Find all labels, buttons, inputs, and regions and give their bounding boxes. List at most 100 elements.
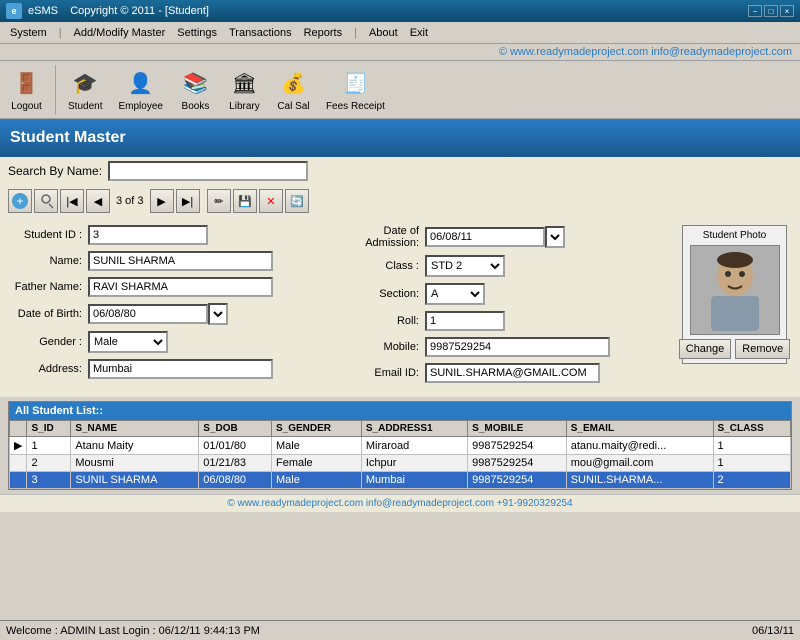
first-record-button[interactable]: |◀ bbox=[60, 189, 84, 213]
cell-address: Ichpur bbox=[361, 455, 467, 472]
app-icon: e bbox=[6, 3, 22, 19]
menu-settings[interactable]: Settings bbox=[171, 25, 223, 41]
search-input[interactable] bbox=[108, 161, 308, 181]
dob-label: Date of Birth: bbox=[8, 308, 88, 320]
gender-label: Gender : bbox=[8, 336, 88, 348]
navigation-bar: + |◀ ◀ 3 of 3 ▶ ▶| ✏ 💾 ✕ 🔄 bbox=[0, 185, 800, 217]
menu-transactions[interactable]: Transactions bbox=[223, 25, 298, 41]
footer-link: © www.readymadeproject.com info@readymad… bbox=[0, 494, 800, 512]
name-row: Name: bbox=[8, 251, 335, 271]
cell-gender: Female bbox=[272, 455, 362, 472]
col-gender: S_GENDER bbox=[272, 421, 362, 437]
fees-receipt-button[interactable]: 🧾 Fees Receipt bbox=[320, 65, 391, 114]
section-row: Section: A B bbox=[345, 283, 672, 305]
photo-area: Student Photo Change bbox=[682, 225, 787, 364]
app-name: eSMS bbox=[28, 5, 58, 17]
menu-about[interactable]: About bbox=[363, 25, 404, 41]
menu-bar: System | Add/Modify Master Settings Tran… bbox=[0, 22, 800, 44]
calsal-icon: 💰 bbox=[277, 67, 309, 99]
cell-dob: 01/01/80 bbox=[199, 437, 272, 455]
student-list-table: S_ID S_NAME S_DOB S_GENDER S_ADDRESS1 S_… bbox=[9, 420, 791, 489]
library-button[interactable]: 🏛 Library bbox=[222, 65, 267, 114]
class-row: Class : STD 2 STD 1 STD 3 bbox=[345, 255, 672, 277]
roll-field[interactable] bbox=[425, 311, 505, 331]
employee-icon: 👤 bbox=[125, 67, 157, 99]
menu-sep1: | bbox=[53, 25, 68, 41]
col-name: S_NAME bbox=[71, 421, 199, 437]
name-label: Name: bbox=[8, 255, 88, 267]
table-row[interactable]: ▶ 1 Atanu Maity 01/01/80 Male Miraroad 9… bbox=[10, 437, 791, 455]
student-button[interactable]: 🎓 Student bbox=[62, 65, 108, 114]
roll-row: Roll: bbox=[345, 311, 672, 331]
father-name-field[interactable] bbox=[88, 277, 273, 297]
title-text: eSMS Copyright © 2011 - [Student] bbox=[28, 5, 748, 17]
student-id-label: Student ID : bbox=[8, 229, 88, 241]
row-indicator: ▶ bbox=[10, 437, 27, 455]
employee-label: Employee bbox=[118, 101, 162, 112]
remove-photo-button[interactable]: Remove bbox=[735, 339, 790, 359]
section-label: Section: bbox=[345, 288, 425, 300]
cell-class: 1 bbox=[713, 455, 790, 472]
menu-reports[interactable]: Reports bbox=[298, 25, 349, 41]
cell-email: atanu.maity@redi... bbox=[566, 437, 713, 455]
student-id-field[interactable] bbox=[88, 225, 208, 245]
class-select[interactable]: STD 2 STD 1 STD 3 bbox=[425, 255, 505, 277]
doa-dropdown[interactable]: ▼ bbox=[545, 226, 565, 248]
dob-row: Date of Birth: ▼ bbox=[8, 303, 335, 325]
section-select[interactable]: A B bbox=[425, 283, 485, 305]
library-icon: 🏛 bbox=[228, 67, 260, 99]
close-button[interactable]: × bbox=[780, 5, 794, 17]
menu-add-modify[interactable]: Add/Modify Master bbox=[68, 25, 172, 41]
doa-label: Date of Admission: bbox=[345, 225, 425, 249]
gender-select[interactable]: Male Female bbox=[88, 331, 168, 353]
cell-gender: Male bbox=[272, 437, 362, 455]
calsal-button[interactable]: 💰 Cal Sal bbox=[271, 65, 316, 114]
table-row[interactable]: 3 SUNIL SHARMA 06/08/80 Male Mumbai 9987… bbox=[10, 472, 791, 489]
cell-email: SUNIL.SHARMA... bbox=[566, 472, 713, 489]
search-bar: Search By Name: bbox=[0, 157, 800, 185]
view-record-button[interactable] bbox=[34, 189, 58, 213]
delete-record-button[interactable]: ✕ bbox=[259, 189, 283, 213]
doa-field[interactable] bbox=[425, 227, 545, 247]
cell-mobile: 9987529254 bbox=[468, 472, 567, 489]
form-area: Student ID : Name: Father Name: Date of … bbox=[0, 217, 800, 397]
logout-button[interactable]: 🚪 Logout bbox=[4, 65, 49, 114]
col-indicator bbox=[10, 421, 27, 437]
last-record-button[interactable]: ▶| bbox=[176, 189, 200, 213]
col-dob: S_DOB bbox=[199, 421, 272, 437]
toolbar-divider-1 bbox=[55, 65, 56, 115]
books-button[interactable]: 📚 Books bbox=[173, 65, 218, 114]
name-field[interactable] bbox=[88, 251, 273, 271]
employee-button[interactable]: 👤 Employee bbox=[112, 65, 168, 114]
maximize-button[interactable]: □ bbox=[764, 5, 778, 17]
minimize-button[interactable]: − bbox=[748, 5, 762, 17]
doa-row: Date of Admission: ▼ bbox=[345, 225, 672, 249]
status-left-text: Welcome : ADMIN Last Login : 06/12/11 9:… bbox=[6, 625, 752, 637]
mobile-field[interactable] bbox=[425, 337, 610, 357]
prev-record-button[interactable]: ◀ bbox=[86, 189, 110, 213]
add-record-button[interactable]: + bbox=[8, 189, 32, 213]
father-name-label: Father Name: bbox=[8, 281, 88, 293]
edit-record-button[interactable]: ✏ bbox=[207, 189, 231, 213]
cell-name: Mousmi bbox=[71, 455, 199, 472]
top-watermark: © www.readymadeproject.com info@readymad… bbox=[0, 44, 800, 61]
record-counter: 3 of 3 bbox=[116, 195, 144, 207]
menu-system[interactable]: System bbox=[4, 25, 53, 41]
address-field[interactable] bbox=[88, 359, 273, 379]
save-record-button[interactable]: 💾 bbox=[233, 189, 257, 213]
menu-exit[interactable]: Exit bbox=[404, 25, 434, 41]
cell-address: Miraroad bbox=[361, 437, 467, 455]
dob-dropdown[interactable]: ▼ bbox=[208, 303, 228, 325]
cell-sid: 3 bbox=[27, 472, 71, 489]
mobile-row: Mobile: bbox=[345, 337, 672, 357]
table-row[interactable]: 2 Mousmi 01/21/83 Female Ichpur 99875292… bbox=[10, 455, 791, 472]
fees-receipt-icon: 🧾 bbox=[339, 67, 371, 99]
change-photo-button[interactable]: Change bbox=[679, 339, 732, 359]
email-field[interactable] bbox=[425, 363, 600, 383]
table-head: S_ID S_NAME S_DOB S_GENDER S_ADDRESS1 S_… bbox=[10, 421, 791, 437]
fees-receipt-label: Fees Receipt bbox=[326, 101, 385, 112]
refresh-button[interactable]: 🔄 bbox=[285, 189, 309, 213]
mobile-label: Mobile: bbox=[345, 341, 425, 353]
next-record-button[interactable]: ▶ bbox=[150, 189, 174, 213]
dob-field[interactable] bbox=[88, 304, 208, 324]
